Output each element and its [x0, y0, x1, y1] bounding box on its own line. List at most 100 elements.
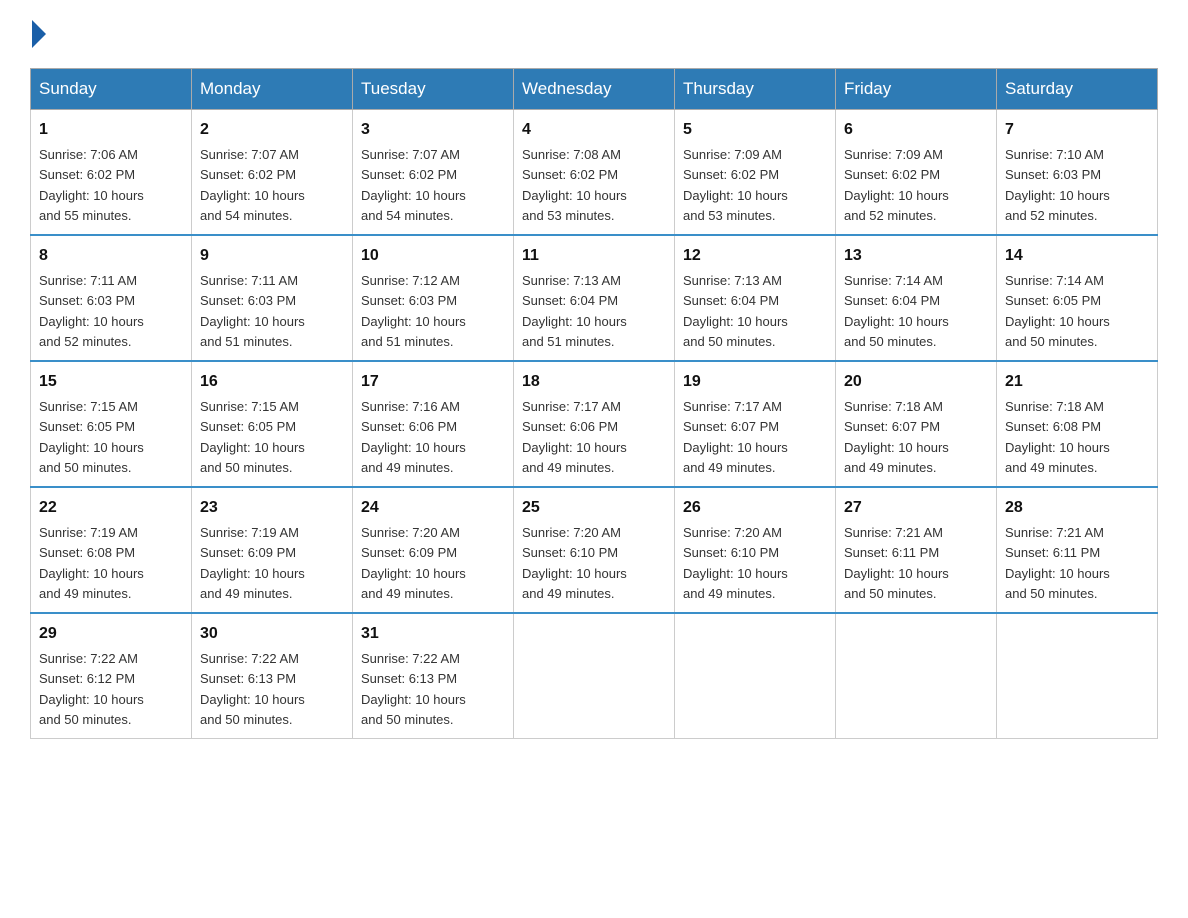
day-info: Sunrise: 7:09 AMSunset: 6:02 PMDaylight:…: [683, 147, 788, 223]
header-thursday: Thursday: [675, 69, 836, 110]
day-number: 22: [39, 496, 183, 520]
day-info: Sunrise: 7:10 AMSunset: 6:03 PMDaylight:…: [1005, 147, 1110, 223]
day-number: 20: [844, 370, 988, 394]
day-number: 10: [361, 244, 505, 268]
calendar-cell: 13 Sunrise: 7:14 AMSunset: 6:04 PMDayligh…: [836, 235, 997, 361]
calendar-cell: 25 Sunrise: 7:20 AMSunset: 6:10 PMDayligh…: [514, 487, 675, 613]
day-number: 1: [39, 118, 183, 142]
day-number: 7: [1005, 118, 1149, 142]
day-info: Sunrise: 7:18 AMSunset: 6:08 PMDaylight:…: [1005, 399, 1110, 475]
logo-text: [30, 20, 48, 48]
calendar-cell: 24Sunrise: 7:20 AMSunset: 6:09 PMDayligh…: [353, 487, 514, 613]
day-info: Sunrise: 7:07 AMSunset: 6:02 PMDaylight:…: [361, 147, 466, 223]
calendar-cell: 7 Sunrise: 7:10 AMSunset: 6:03 PMDaylight…: [997, 110, 1158, 236]
day-info: Sunrise: 7:20 AMSunset: 6:10 PMDaylight:…: [683, 525, 788, 601]
calendar-cell: [997, 613, 1158, 739]
day-number: 3: [361, 118, 505, 142]
calendar-table: SundayMondayTuesdayWednesdayThursdayFrid…: [30, 68, 1158, 739]
calendar-cell: 14 Sunrise: 7:14 AMSunset: 6:05 PMDayligh…: [997, 235, 1158, 361]
calendar-cell: 31 Sunrise: 7:22 AMSunset: 6:13 PMDayligh…: [353, 613, 514, 739]
calendar-cell: 28 Sunrise: 7:21 AMSunset: 6:11 PMDayligh…: [997, 487, 1158, 613]
calendar-cell: 23 Sunrise: 7:19 AMSunset: 6:09 PMDayligh…: [192, 487, 353, 613]
calendar-cell: 16Sunrise: 7:15 AMSunset: 6:05 PMDayligh…: [192, 361, 353, 487]
calendar-cell: 15 Sunrise: 7:15 AMSunset: 6:05 PMDayligh…: [31, 361, 192, 487]
day-number: 24: [361, 496, 505, 520]
day-number: 12: [683, 244, 827, 268]
day-info: Sunrise: 7:08 AMSunset: 6:02 PMDaylight:…: [522, 147, 627, 223]
header-tuesday: Tuesday: [353, 69, 514, 110]
calendar-cell: [514, 613, 675, 739]
day-number: 27: [844, 496, 988, 520]
day-number: 4: [522, 118, 666, 142]
day-info: Sunrise: 7:13 AMSunset: 6:04 PMDaylight:…: [522, 273, 627, 349]
day-info: Sunrise: 7:09 AMSunset: 6:02 PMDaylight:…: [844, 147, 949, 223]
day-number: 17: [361, 370, 505, 394]
day-number: 14: [1005, 244, 1149, 268]
calendar-cell: 21 Sunrise: 7:18 AMSunset: 6:08 PMDayligh…: [997, 361, 1158, 487]
day-info: Sunrise: 7:15 AMSunset: 6:05 PMDaylight:…: [200, 399, 305, 475]
day-number: 29: [39, 622, 183, 646]
calendar-cell: 1 Sunrise: 7:06 AMSunset: 6:02 PMDaylight…: [31, 110, 192, 236]
day-info: Sunrise: 7:15 AMSunset: 6:05 PMDaylight:…: [39, 399, 144, 475]
day-info: Sunrise: 7:11 AMSunset: 6:03 PMDaylight:…: [200, 273, 305, 349]
calendar-cell: 12 Sunrise: 7:13 AMSunset: 6:04 PMDayligh…: [675, 235, 836, 361]
calendar-cell: [675, 613, 836, 739]
day-number: 13: [844, 244, 988, 268]
calendar-week-2: 8 Sunrise: 7:11 AMSunset: 6:03 PMDaylight…: [31, 235, 1158, 361]
calendar-cell: 18Sunrise: 7:17 AMSunset: 6:06 PMDayligh…: [514, 361, 675, 487]
day-number: 28: [1005, 496, 1149, 520]
day-info: Sunrise: 7:11 AMSunset: 6:03 PMDaylight:…: [39, 273, 144, 349]
day-info: Sunrise: 7:06 AMSunset: 6:02 PMDaylight:…: [39, 147, 144, 223]
day-info: Sunrise: 7:14 AMSunset: 6:05 PMDaylight:…: [1005, 273, 1110, 349]
day-info: Sunrise: 7:20 AMSunset: 6:10 PMDaylight:…: [522, 525, 627, 601]
calendar-cell: 9Sunrise: 7:11 AMSunset: 6:03 PMDaylight…: [192, 235, 353, 361]
calendar-cell: 8 Sunrise: 7:11 AMSunset: 6:03 PMDaylight…: [31, 235, 192, 361]
day-info: Sunrise: 7:19 AMSunset: 6:09 PMDaylight:…: [200, 525, 305, 601]
day-number: 23: [200, 496, 344, 520]
day-info: Sunrise: 7:17 AMSunset: 6:06 PMDaylight:…: [522, 399, 627, 475]
day-number: 11: [522, 244, 666, 268]
calendar-week-5: 29 Sunrise: 7:22 AMSunset: 6:12 PMDayligh…: [31, 613, 1158, 739]
day-info: Sunrise: 7:14 AMSunset: 6:04 PMDaylight:…: [844, 273, 949, 349]
calendar-cell: 20Sunrise: 7:18 AMSunset: 6:07 PMDayligh…: [836, 361, 997, 487]
page-header: [30, 20, 1158, 48]
header-monday: Monday: [192, 69, 353, 110]
day-number: 15: [39, 370, 183, 394]
calendar-week-3: 15 Sunrise: 7:15 AMSunset: 6:05 PMDayligh…: [31, 361, 1158, 487]
calendar-cell: 27 Sunrise: 7:21 AMSunset: 6:11 PMDayligh…: [836, 487, 997, 613]
calendar-week-4: 22 Sunrise: 7:19 AMSunset: 6:08 PMDayligh…: [31, 487, 1158, 613]
day-number: 8: [39, 244, 183, 268]
day-number: 2: [200, 118, 344, 142]
logo: [30, 20, 48, 48]
header-wednesday: Wednesday: [514, 69, 675, 110]
header-saturday: Saturday: [997, 69, 1158, 110]
day-number: 19: [683, 370, 827, 394]
calendar-cell: 2 Sunrise: 7:07 AMSunset: 6:02 PMDaylight…: [192, 110, 353, 236]
day-info: Sunrise: 7:19 AMSunset: 6:08 PMDaylight:…: [39, 525, 144, 601]
day-info: Sunrise: 7:13 AMSunset: 6:04 PMDaylight:…: [683, 273, 788, 349]
day-number: 21: [1005, 370, 1149, 394]
day-info: Sunrise: 7:16 AMSunset: 6:06 PMDaylight:…: [361, 399, 466, 475]
calendar-cell: 26Sunrise: 7:20 AMSunset: 6:10 PMDayligh…: [675, 487, 836, 613]
day-info: Sunrise: 7:17 AMSunset: 6:07 PMDaylight:…: [683, 399, 788, 475]
day-info: Sunrise: 7:21 AMSunset: 6:11 PMDaylight:…: [844, 525, 949, 601]
calendar-header-row: SundayMondayTuesdayWednesdayThursdayFrid…: [31, 69, 1158, 110]
day-info: Sunrise: 7:21 AMSunset: 6:11 PMDaylight:…: [1005, 525, 1110, 601]
calendar-cell: 17 Sunrise: 7:16 AMSunset: 6:06 PMDayligh…: [353, 361, 514, 487]
day-info: Sunrise: 7:12 AMSunset: 6:03 PMDaylight:…: [361, 273, 466, 349]
calendar-cell: 29 Sunrise: 7:22 AMSunset: 6:12 PMDayligh…: [31, 613, 192, 739]
calendar-cell: [836, 613, 997, 739]
calendar-cell: 19 Sunrise: 7:17 AMSunset: 6:07 PMDayligh…: [675, 361, 836, 487]
calendar-cell: 22 Sunrise: 7:19 AMSunset: 6:08 PMDayligh…: [31, 487, 192, 613]
day-info: Sunrise: 7:22 AMSunset: 6:13 PMDaylight:…: [361, 651, 466, 727]
day-number: 30: [200, 622, 344, 646]
day-number: 31: [361, 622, 505, 646]
day-info: Sunrise: 7:22 AMSunset: 6:12 PMDaylight:…: [39, 651, 144, 727]
day-number: 25: [522, 496, 666, 520]
calendar-cell: 5Sunrise: 7:09 AMSunset: 6:02 PMDaylight…: [675, 110, 836, 236]
calendar-cell: 10 Sunrise: 7:12 AMSunset: 6:03 PMDayligh…: [353, 235, 514, 361]
calendar-cell: 11 Sunrise: 7:13 AMSunset: 6:04 PMDayligh…: [514, 235, 675, 361]
calendar-cell: 30Sunrise: 7:22 AMSunset: 6:13 PMDayligh…: [192, 613, 353, 739]
calendar-week-1: 1 Sunrise: 7:06 AMSunset: 6:02 PMDaylight…: [31, 110, 1158, 236]
day-info: Sunrise: 7:07 AMSunset: 6:02 PMDaylight:…: [200, 147, 305, 223]
